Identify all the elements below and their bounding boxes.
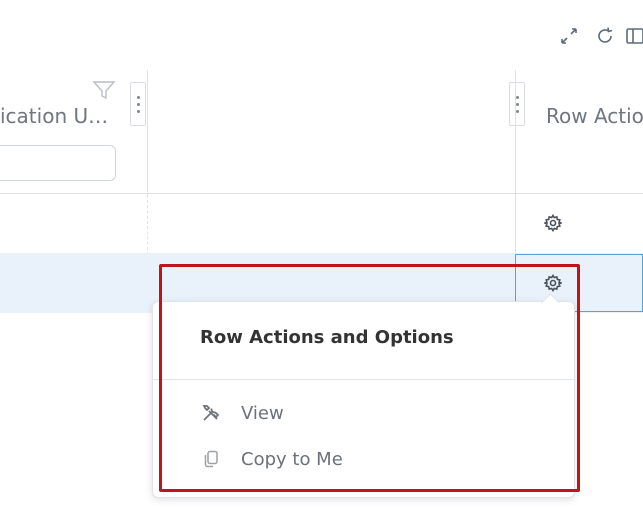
header-divider bbox=[0, 193, 643, 194]
column-menu-handle-application[interactable] bbox=[130, 82, 146, 126]
row-actions-popup: Row Actions and Options View Copy to Me bbox=[152, 301, 575, 498]
copy-icon bbox=[200, 448, 222, 470]
columns-icon[interactable] bbox=[623, 24, 643, 48]
menu-item-copy-to-me[interactable]: Copy to Me bbox=[153, 439, 574, 479]
cell-divider bbox=[147, 195, 148, 255]
column-header-application[interactable]: ication U… bbox=[0, 104, 108, 128]
gear-icon[interactable] bbox=[543, 273, 563, 293]
expand-icon[interactable] bbox=[557, 24, 581, 48]
column-menu-handle-row-actions[interactable] bbox=[509, 82, 525, 126]
column-header-row-actions[interactable]: Row Actio bbox=[546, 104, 643, 128]
menu-item-label: View bbox=[241, 402, 284, 424]
column-divider bbox=[147, 70, 148, 195]
popup-title: Row Actions and Options bbox=[200, 327, 454, 348]
menu-item-view[interactable]: View bbox=[153, 393, 574, 433]
column-filter-input[interactable] bbox=[0, 145, 116, 181]
filter-icon[interactable] bbox=[92, 80, 116, 104]
gear-icon[interactable] bbox=[543, 213, 563, 233]
menu-item-label: Copy to Me bbox=[241, 448, 343, 470]
popup-divider bbox=[153, 379, 574, 380]
refresh-icon[interactable] bbox=[593, 24, 617, 48]
tools-icon bbox=[200, 402, 222, 424]
